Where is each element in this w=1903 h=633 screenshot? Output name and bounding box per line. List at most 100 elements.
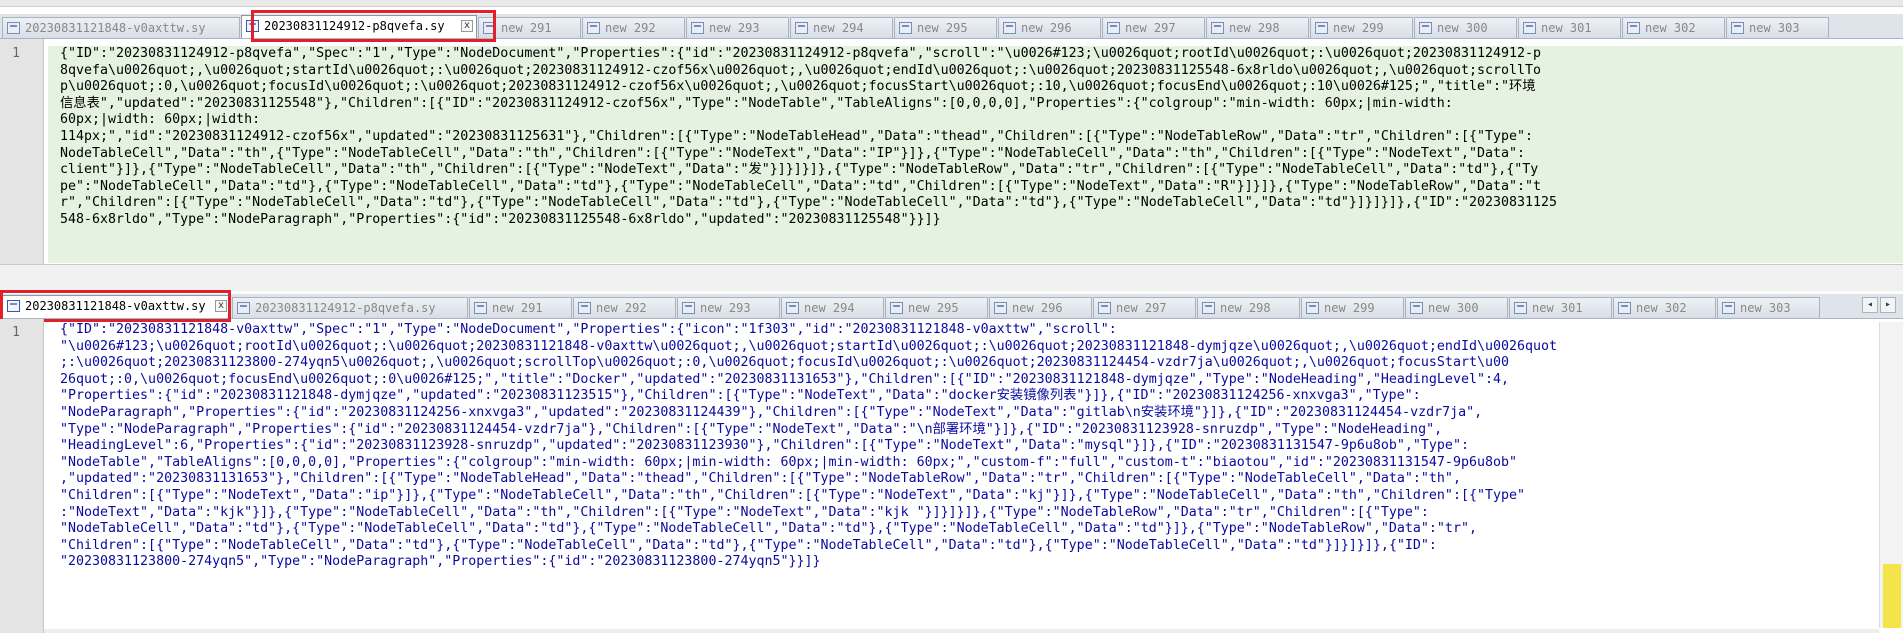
tab-11[interactable]: new 299	[1301, 297, 1404, 318]
tab-scroll-right-button[interactable]: ▸	[1880, 297, 1896, 313]
file-icon	[1098, 302, 1111, 314]
tab-label: new 297	[1125, 21, 1176, 35]
file-icon	[1410, 302, 1423, 314]
pane1-gutter: 1	[0, 39, 44, 264]
tab-9[interactable]: new 297	[1102, 17, 1205, 38]
code-line: pe":"NodeTableCell","Data":"td"},{"Type"…	[60, 178, 1541, 194]
file-icon	[1202, 302, 1215, 314]
tab-1[interactable]: 20230831121848-v0axttw.sy x	[2, 295, 231, 318]
tab-10[interactable]: new 298	[1197, 297, 1300, 318]
file-icon	[1306, 302, 1319, 314]
tab-label: new 296	[1021, 21, 1072, 35]
scrollbar-thumb[interactable]	[1883, 564, 1901, 628]
code-line: r","Children":[{"Type":"NodeTableCell","…	[60, 195, 1558, 211]
tab-4[interactable]: new 292	[573, 297, 676, 318]
file-icon	[1627, 22, 1640, 34]
file-icon	[1107, 22, 1120, 34]
tab-13[interactable]: new 301	[1509, 297, 1612, 318]
tab-5[interactable]: new 293	[686, 17, 789, 38]
toolbar	[0, 0, 1903, 7]
tab-1[interactable]: 20230831121848-v0axttw.sy	[2, 17, 240, 38]
file-icon	[1419, 22, 1432, 34]
code-line: "NodeTable","TableAligns":[0,0,0,0],"Pro…	[60, 454, 1517, 470]
file-icon	[890, 302, 903, 314]
file-icon	[1731, 22, 1744, 34]
tab-8[interactable]: new 296	[998, 17, 1101, 38]
file-icon	[578, 302, 591, 314]
tab-label: 20230831124912-p8qvefa.sy	[255, 301, 436, 315]
tab-11[interactable]: new 299	[1310, 17, 1413, 38]
code-line: :"NodeText","Data":"kjk"}]},{"Type":"Nod…	[60, 504, 1429, 520]
file-icon	[899, 22, 912, 34]
code-line: "Properties":{"id":"20230831121848-dymjq…	[60, 388, 1421, 404]
vertical-scrollbar[interactable]	[1879, 322, 1903, 628]
tab-label: new 298	[1229, 21, 1280, 35]
code-line: "\u0026#123;\u0026quot;rootId\u0026quot;…	[60, 338, 1558, 354]
tab-label: new 295	[908, 301, 959, 315]
horizontal-scrollbar[interactable]	[44, 629, 1879, 633]
file-icon	[1315, 22, 1328, 34]
code-line: ,"updated":"20230831131653"},"Children":…	[60, 471, 1461, 487]
tab-7[interactable]: new 295	[885, 297, 988, 318]
file-icon	[483, 22, 496, 34]
tab-label: new 299	[1333, 21, 1384, 35]
tab-3[interactable]: new 291	[478, 17, 581, 38]
file-icon	[1514, 302, 1527, 314]
close-tab-icon[interactable]: x	[215, 300, 227, 312]
tab-2[interactable]: 20230831124912-p8qvefa.sy	[232, 297, 468, 318]
tab-15[interactable]: new 303	[1717, 297, 1820, 318]
tab-2[interactable]: 20230831124912-p8qvefa.sy x	[241, 15, 477, 38]
tab-14[interactable]: new 302	[1622, 17, 1725, 38]
code-line: client"}]},{"Type":"NodeTableCell","Data…	[60, 162, 1539, 178]
tab-label: 20230831121848-v0axttw.sy	[25, 299, 206, 313]
tab-scroll-left-button[interactable]: ◂	[1862, 297, 1878, 313]
tab-13[interactable]: new 301	[1518, 17, 1621, 38]
tab-label: new 300	[1437, 21, 1488, 35]
file-icon	[7, 22, 20, 34]
tab-6[interactable]: new 294	[781, 297, 884, 318]
tab-label: new 297	[1116, 301, 1167, 315]
code-line: {"ID":"20230831121848-v0axttw","Spec":"1…	[60, 322, 1117, 337]
file-icon	[237, 302, 250, 314]
tab-7[interactable]: new 295	[894, 17, 997, 38]
code-line: "NodeTableCell","Data":"td"},{"Type":"No…	[60, 521, 1477, 537]
tab-15[interactable]: new 303	[1726, 17, 1829, 38]
pane2-line-number: 1	[12, 325, 20, 340]
code-line: "Type":"NodeParagraph","Properties":{"id…	[60, 421, 1443, 437]
pane2-code-area[interactable]: {"ID":"20230831121848-v0axttw","Spec":"1…	[48, 322, 1876, 628]
tab-label: new 295	[917, 21, 968, 35]
tab-label: new 292	[605, 21, 656, 35]
code-line: "Children":[{"Type":"NodeTableCell","Dat…	[60, 537, 1437, 553]
tab-label: new 301	[1541, 21, 1592, 35]
file-icon	[1618, 302, 1631, 314]
tab-9[interactable]: new 297	[1093, 297, 1196, 318]
code-line: "Children":[{"Type":"NodeText","Data":"i…	[60, 487, 1525, 503]
tab-label: new 294	[813, 21, 864, 35]
file-icon	[682, 302, 695, 314]
pane1-code-area[interactable]: {"ID":"20230831124912-p8qvefa","Spec":"1…	[48, 46, 1903, 263]
tab-10[interactable]: new 298	[1206, 17, 1309, 38]
code-line: ;:\u0026quot;20230831123800-274yqn5\u002…	[60, 355, 1509, 371]
split-divider[interactable]	[0, 264, 1903, 291]
tab-12[interactable]: new 300	[1414, 17, 1517, 38]
tab-14[interactable]: new 302	[1613, 297, 1716, 318]
code-line: 548-6x8rldo","Type":"NodeParagraph","Pro…	[60, 211, 941, 227]
tab-label: new 299	[1324, 301, 1375, 315]
tab-3[interactable]: new 291	[469, 297, 572, 318]
tab-label: new 301	[1532, 301, 1583, 315]
tab-4[interactable]: new 292	[582, 17, 685, 38]
close-tab-icon[interactable]: x	[461, 20, 473, 32]
code-line: 60px;|width: 60px;|width:	[60, 112, 261, 128]
file-icon	[1003, 22, 1016, 34]
file-icon	[474, 302, 487, 314]
tab-label: new 296	[1012, 301, 1063, 315]
tab-6[interactable]: new 294	[790, 17, 893, 38]
tab-8[interactable]: new 296	[989, 297, 1092, 318]
file-icon	[7, 300, 20, 312]
tab-12[interactable]: new 300	[1405, 297, 1508, 318]
code-line: "HeadingLevel":6,"Properties":{"id":"202…	[60, 438, 1469, 454]
tab-5[interactable]: new 293	[677, 297, 780, 318]
code-line: 26quot;:0,\u0026quot;focusEnd\u0026quot;…	[60, 371, 1509, 387]
file-icon	[691, 22, 704, 34]
tab-label: new 294	[804, 301, 855, 315]
